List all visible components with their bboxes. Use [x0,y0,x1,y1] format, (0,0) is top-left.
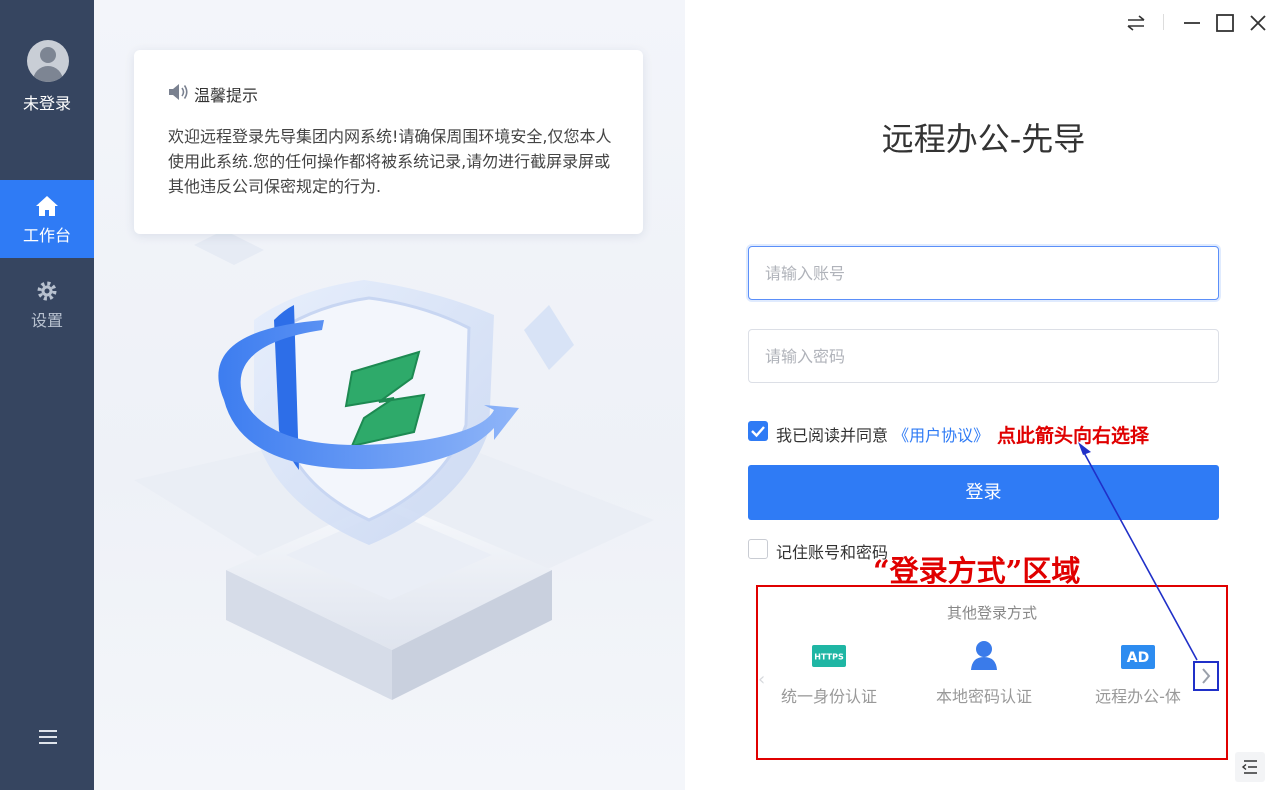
speaker-icon [169,84,188,100]
sidebar-item-label: 设置 [30,311,63,330]
avatar[interactable] [27,40,69,82]
user-status-label: 未登录 [22,94,71,113]
annotation-arrow [1078,442,1198,661]
sidebar: 未登录 工作台 设置 [0,0,94,790]
home-icon [36,196,58,216]
notice-text: 欢迎远程登录先导集团内网系统!请确保周围环境安全,仅您本人使用此系统.您的任何操… [168,127,612,196]
notice-card: 温馨提示 欢迎远程登录先导集团内网系统!请确保周围环境安全,仅您本人使用此系统.… [134,50,643,234]
collapse-icon[interactable] [1235,752,1265,782]
illustration-panel: 温馨提示 欢迎远程登录先导集团内网系统!请确保周围环境安全,仅您本人使用此系统.… [94,0,685,790]
sidebar-item-label: 工作台 [22,226,71,245]
gear-icon [37,281,57,301]
notice-title: 温馨提示 [194,86,259,105]
sidebar-item-settings[interactable]: 设置 [0,262,94,340]
menu-icon[interactable] [37,726,59,748]
login-panel: 远程办公-先导 我已阅读并同意 《用户协议》 点此箭头向右选择 登录 记住账号和… [685,0,1282,790]
sidebar-item-workbench[interactable]: 工作台 [0,180,94,258]
